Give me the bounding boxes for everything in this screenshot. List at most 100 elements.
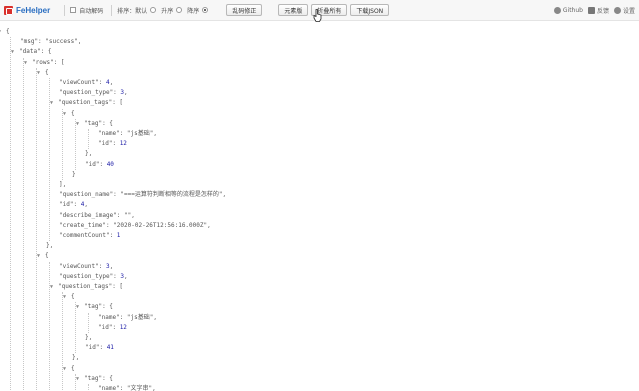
collapse-toggle-icon[interactable]: ▼ <box>76 121 79 127</box>
json-punctuation: , <box>84 201 88 209</box>
collapse-toggle-icon[interactable]: ▼ <box>63 111 66 117</box>
json-text: "viewCount": <box>59 79 106 86</box>
collapse-toggle-icon[interactable]: ▼ <box>50 284 53 290</box>
json-line: "viewCount": 4, <box>59 78 113 88</box>
json-text: { <box>71 364 75 372</box>
json-text: ], <box>59 181 67 188</box>
indent-guide <box>88 129 89 150</box>
json-line: "describe_image": "", <box>59 211 135 221</box>
json-line: ], <box>59 180 66 190</box>
collapse-toggle-icon[interactable]: ▼ <box>63 366 66 372</box>
json-text: "data": { <box>19 48 52 56</box>
collapse-toggle-icon[interactable]: ▼ <box>37 253 40 259</box>
auto-decode-option[interactable]: 自动解码 <box>70 6 103 15</box>
json-line: "commentCount": 1 <box>59 231 120 241</box>
json-line: "name": "文字串", <box>98 384 156 391</box>
json-text: "id": <box>85 344 107 352</box>
github-link-label: Github <box>562 7 583 14</box>
json-punctuation: , <box>109 262 114 270</box>
fix-encoding-button[interactable]: 乱码修正 <box>226 4 263 16</box>
indent-guide <box>75 302 76 354</box>
indent-guide <box>75 373 76 391</box>
sort-desc-label: 降序 <box>187 7 200 15</box>
json-line: ▼ "tag": { <box>76 119 113 129</box>
json-number: 12 <box>119 323 127 331</box>
json-line: ▼ "data": { <box>11 47 52 57</box>
json-line: "id": 12 <box>98 323 127 333</box>
json-number: 41 <box>106 344 114 352</box>
json-line: "id": 40 <box>85 160 114 170</box>
indent-guide <box>49 261 50 391</box>
json-line: ▼{ <box>37 251 49 261</box>
sort-asc-radio[interactable] <box>176 7 183 13</box>
json-line: } <box>72 170 76 180</box>
indent-guide <box>36 67 37 391</box>
json-line: }, <box>72 353 79 363</box>
collapse-toggle-icon[interactable]: ▼ <box>24 60 27 66</box>
sort-label: 排序： <box>117 7 136 15</box>
collapse-toggle-icon[interactable]: ▼ <box>50 100 53 106</box>
auto-decode-checkbox[interactable] <box>70 7 77 13</box>
collapse-toggle-icon[interactable]: ▼ <box>11 49 14 55</box>
json-punctuation: , <box>124 89 128 97</box>
collapse-toggle-icon[interactable]: ▼ <box>76 376 79 382</box>
feedback-link-label: 反馈 <box>596 8 609 15</box>
sort-desc-radio[interactable] <box>202 7 209 13</box>
json-text: "describe_image": "", <box>59 211 135 219</box>
json-line: ▼ "question_tags": [ <box>50 98 123 108</box>
json-text: "tag": { <box>84 303 113 311</box>
collapse-toggle-icon[interactable]: ▼ <box>63 294 66 300</box>
toolbar-links: Github 反馈 设置 <box>549 0 635 21</box>
toolbar-divider <box>111 4 113 16</box>
json-text: { <box>71 109 75 117</box>
json-text: "tag": { <box>84 119 113 127</box>
json-line: "name": "js基础", <box>98 313 157 323</box>
indent-guide <box>10 37 11 391</box>
mouse-cursor-icon <box>313 9 322 22</box>
json-text: }, <box>46 242 54 250</box>
brand[interactable]: FeHelper <box>4 0 50 21</box>
json-punctuation: , <box>124 272 128 280</box>
collapse-toggle-icon[interactable]: ▼ <box>76 304 79 310</box>
json-line: }, <box>46 241 53 251</box>
feedback-link[interactable]: 反馈 <box>587 6 609 15</box>
json-text: "commentCount": <box>59 232 117 239</box>
json-text: }, <box>85 150 93 158</box>
json-line: "create_time": "2020-02-26T12:56:16.000Z… <box>59 221 211 231</box>
sort-default-label: 默认 <box>135 7 148 15</box>
json-line: }, <box>85 333 92 343</box>
github-icon <box>553 7 561 14</box>
indent-guide <box>88 312 89 333</box>
sort-default-radio[interactable] <box>150 7 157 13</box>
json-line: "id": 4, <box>59 200 88 210</box>
json-text: "name": "文字串", <box>98 385 156 391</box>
github-link[interactable]: Github <box>553 7 583 14</box>
download-json-button[interactable]: 下载JSON <box>350 4 390 16</box>
settings-link-label: 设置 <box>622 8 635 15</box>
json-text: }, <box>85 334 93 341</box>
indent-guide <box>62 108 63 180</box>
json-line: "viewCount": 3, <box>59 262 113 272</box>
gear-icon <box>613 7 621 14</box>
json-line: "msg": "success", <box>20 37 81 47</box>
collapse-toggle-icon[interactable]: ▼ <box>37 70 40 76</box>
json-line: "question_type": 3, <box>59 272 128 282</box>
json-text: "question_type": <box>59 89 121 97</box>
json-text: "msg": "success", <box>20 38 82 46</box>
json-number: 1 <box>116 232 121 239</box>
elements-view-button[interactable]: 元素版 <box>278 4 309 16</box>
json-line: "question_name": "===运算符判断相等的流程是怎样的", <box>59 190 226 200</box>
collapse-toggle-icon[interactable]: ▼ <box>0 29 1 35</box>
json-line: ▼ "question_tags": [ <box>50 282 123 292</box>
json-line: ▼{ <box>0 27 10 37</box>
json-text: "question_name": "===运算符判断相等的流程是怎样的", <box>59 191 227 199</box>
json-text: "id": <box>98 140 120 148</box>
json-line: ▼ "tag": { <box>76 374 113 384</box>
auto-decode-label: 自动解码 <box>79 7 104 15</box>
settings-link[interactable]: 设置 <box>613 6 635 15</box>
json-text: { <box>6 28 10 35</box>
json-number: 12 <box>119 140 127 148</box>
json-text: { <box>45 252 49 260</box>
json-line: ▼{ <box>37 68 49 78</box>
json-line: ▼{ <box>63 364 75 374</box>
